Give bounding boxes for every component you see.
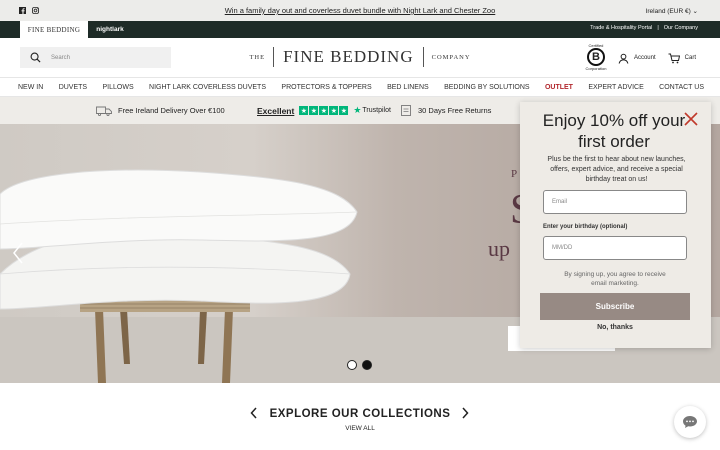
cart-label: Cart	[684, 55, 696, 61]
nav-expert-advice[interactable]: EXPERT ADVICE	[588, 84, 643, 91]
nav-pillows[interactable]: PILLOWS	[103, 84, 134, 91]
returns-icon	[401, 105, 411, 116]
promo-link[interactable]: Win a family day out and coverless duvet…	[222, 6, 498, 15]
usp-returns-text: 30 Days Free Returns	[418, 106, 492, 115]
usp-delivery-text: Free Ireland Delivery Over €100	[118, 106, 225, 115]
trustpilot-logo-star: ★	[353, 105, 362, 115]
search-input[interactable]: Search	[20, 47, 171, 68]
popup-description: Plus be the first to hear about new laun…	[547, 156, 686, 183]
header-actions: Certified B Corporation Account Cart	[586, 43, 696, 73]
bcorp-badge: Certified B Corporation	[585, 43, 607, 73]
email-field[interactable]: Email	[543, 190, 687, 214]
trustpilot-rating: Excellent	[257, 105, 295, 116]
account-label: Account	[633, 55, 656, 61]
locale-selector[interactable]: Ireland (EUR €) ⌄	[646, 7, 698, 15]
hero-heading: P	[511, 168, 520, 180]
main-nav: NEW IN DUVETS PILLOWS NIGHT LARK COVERLE…	[0, 78, 720, 97]
our-company-link[interactable]: Our Company	[664, 25, 698, 31]
collections-section: EXPLORE OUR COLLECTIONS VIEW ALL	[0, 383, 720, 450]
tab-nightlark[interactable]: nightlark	[88, 21, 132, 38]
social-links	[19, 7, 39, 14]
nav-bedding-by-solutions[interactable]: BEDDING BY SOLUTIONS	[444, 84, 529, 91]
nav-night-lark[interactable]: NIGHT LARK COVERLESS DUVETS	[149, 84, 266, 91]
facebook-icon[interactable]	[19, 7, 26, 14]
account-icon	[618, 53, 629, 64]
star-icon: ★	[339, 106, 349, 115]
cart-icon	[668, 53, 680, 63]
utility-links: Trade & Hospitality Portal | Our Company	[590, 25, 698, 31]
instagram-icon[interactable]	[32, 7, 39, 14]
brand-bar: FINE BEDDING nightlark Trade & Hospitali…	[0, 21, 720, 38]
account-link[interactable]: Account	[618, 53, 656, 64]
collections-title: EXPLORE OUR COLLECTIONS	[269, 408, 451, 420]
nav-new-in[interactable]: NEW IN	[18, 84, 43, 91]
search-icon[interactable]	[30, 52, 41, 63]
carousel-dot-active[interactable]	[362, 360, 372, 370]
logo-main: FINE BEDDING	[273, 47, 424, 67]
bcorp-logo: B	[586, 48, 605, 66]
consent-text: By signing up, you agree to receive emai…	[564, 271, 666, 287]
cart-link[interactable]: Cart	[668, 53, 696, 64]
chevron-down-icon: ⌄	[692, 7, 698, 15]
chat-button[interactable]	[674, 406, 706, 438]
no-thanks-button[interactable]: No, thanks	[540, 324, 690, 331]
popup-title: Enjoy 10% off your first order	[542, 111, 686, 151]
van-icon	[96, 106, 112, 116]
birthday-label: Enter your birthday (optional)	[543, 224, 628, 230]
subscribe-button[interactable]: Subscribe	[540, 293, 690, 320]
carousel-dot[interactable]	[347, 360, 357, 370]
logo-company: COMPANY	[431, 53, 471, 61]
search-placeholder: Search	[51, 54, 71, 61]
close-icon[interactable]	[684, 110, 698, 130]
chat-icon	[683, 416, 697, 428]
nav-duvets[interactable]: DUVETS	[59, 84, 87, 91]
trustpilot-widget[interactable]: Excellent ★ ★ ★ ★ ★ ★ Trustpilot	[257, 105, 391, 116]
star-icon: ★	[309, 106, 319, 115]
locale-label: Ireland (EUR €)	[645, 7, 691, 15]
site-header: Search THE FINE BEDDING COMPANY Certifie…	[0, 38, 720, 78]
star-icon: ★	[299, 106, 309, 115]
view-all-link[interactable]: VIEW ALL	[0, 425, 720, 432]
nav-protectors-toppers[interactable]: PROTECTORS & TOPPERS	[281, 84, 371, 91]
star-icon: ★	[319, 106, 329, 115]
link-separator: |	[657, 25, 659, 31]
usp-delivery: Free Ireland Delivery Over €100	[96, 106, 225, 116]
signup-popup: Enjoy 10% off your first order Plus be t…	[520, 102, 711, 348]
announcement-bar: Win a family day out and coverless duvet…	[0, 0, 720, 21]
birthday-field[interactable]: MM/DD	[543, 236, 687, 260]
trade-portal-link[interactable]: Trade & Hospitality Portal	[590, 25, 652, 31]
nav-bed-linens[interactable]: BED LINENS	[387, 84, 429, 91]
trustpilot-label: Trustpilot	[362, 107, 391, 114]
site-logo[interactable]: THE FINE BEDDING COMPANY	[235, 46, 485, 68]
nav-contact-us[interactable]: CONTACT US	[659, 84, 704, 91]
carousel-dots	[347, 360, 372, 370]
trustpilot-stars: ★ ★ ★ ★ ★	[299, 106, 349, 115]
tab-fine-bedding[interactable]: FINE BEDDING	[20, 21, 88, 38]
chevron-left-icon[interactable]	[12, 242, 24, 269]
chevron-right-icon[interactable]	[461, 407, 469, 422]
nav-outlet[interactable]: OUTLET	[545, 84, 573, 91]
logo-the: THE	[249, 53, 266, 61]
hero-subtext: up	[488, 236, 510, 261]
usp-returns: 30 Days Free Returns	[401, 105, 491, 116]
bcorp-bottom-text: Corporation	[585, 66, 607, 71]
star-icon: ★	[329, 106, 339, 115]
